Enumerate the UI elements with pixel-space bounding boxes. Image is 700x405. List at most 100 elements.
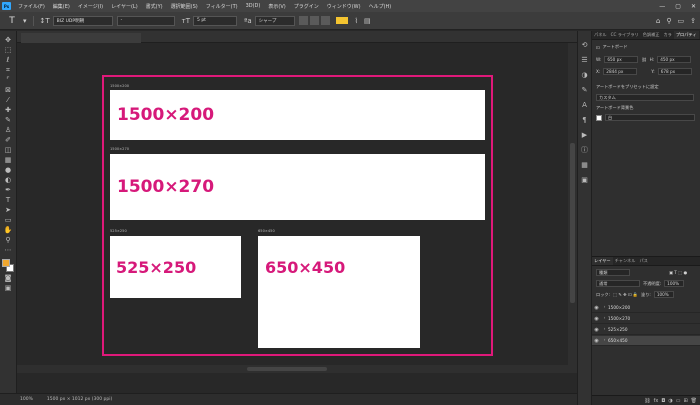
frame-tool-icon[interactable]: ⊠: [3, 86, 14, 94]
menu-file[interactable]: ファイル(F): [14, 3, 49, 10]
font-size-select[interactable]: 5 pt: [193, 15, 238, 26]
more-tools-icon[interactable]: ⋯: [3, 246, 14, 254]
menu-image[interactable]: イメージ(I): [74, 3, 107, 10]
tab-cc-libraries[interactable]: CC ライブラリ: [609, 31, 641, 39]
home-icon[interactable]: ⌂: [656, 17, 660, 25]
align-right-icon[interactable]: [320, 16, 330, 25]
menu-help[interactable]: ヘルプ(H): [365, 3, 396, 10]
artboard-label[interactable]: 650×450: [258, 229, 275, 233]
menu-layer[interactable]: レイヤー(L): [107, 3, 142, 10]
blur-tool-icon[interactable]: ●: [3, 166, 14, 174]
menu-view[interactable]: 表示(V): [264, 3, 289, 10]
font-style-select[interactable]: -: [116, 15, 175, 26]
scroll-thumb[interactable]: [247, 367, 327, 371]
visibility-eye-icon[interactable]: ◉: [592, 305, 601, 311]
tab-channels[interactable]: チャンネル: [613, 257, 638, 265]
tab-adjustments[interactable]: 色調補正: [641, 31, 662, 39]
lasso-tool-icon[interactable]: ℓ: [3, 56, 14, 64]
move-tool-icon[interactable]: ✥: [3, 36, 14, 44]
layer-row[interactable]: ◉ › 525×250: [592, 325, 700, 335]
menu-3d[interactable]: 3D(D): [242, 3, 265, 9]
paragraph-icon[interactable]: ¶: [580, 115, 589, 124]
swatches-icon[interactable]: ▦: [580, 160, 589, 169]
artboard-bg-swatch[interactable]: [596, 114, 602, 121]
share-icon[interactable]: ⇪: [690, 17, 696, 25]
navigator-icon[interactable]: ▣: [580, 175, 589, 184]
eraser-tool-icon[interactable]: ◫: [3, 146, 14, 154]
layer-row-selected[interactable]: ◉ › 650×450: [592, 336, 700, 346]
artboard-1500x200[interactable]: 1500×200: [110, 90, 485, 140]
close-icon[interactable]: ✕: [691, 3, 696, 10]
dodge-tool-icon[interactable]: ◐: [3, 176, 14, 184]
artboard-525x250[interactable]: 525×250: [110, 236, 241, 298]
screen-mode-icon[interactable]: ▣: [3, 284, 14, 292]
crop-tool-icon[interactable]: ⌜: [3, 76, 14, 84]
horizontal-scrollbar[interactable]: [17, 365, 577, 373]
text-orientation-icon[interactable]: ↕T: [40, 17, 50, 25]
brush-tool-icon[interactable]: ✎: [3, 116, 14, 124]
document-tab[interactable]: [21, 33, 141, 43]
character-panel-icon[interactable]: ▤: [364, 17, 371, 25]
hand-tool-icon[interactable]: ✋: [3, 226, 14, 234]
healing-tool-icon[interactable]: ✚: [3, 106, 14, 114]
visibility-eye-icon[interactable]: ◉: [592, 316, 601, 322]
visibility-eye-icon[interactable]: ◉: [592, 327, 601, 333]
artboard-label[interactable]: 1500×200: [110, 84, 129, 88]
lock-icons[interactable]: ⬚ ✎ ✥ ⊡ 🔒: [613, 292, 638, 298]
blend-mode-select[interactable]: 通常: [596, 280, 640, 287]
properties-icon[interactable]: ☰: [580, 55, 589, 64]
scroll-thumb[interactable]: [570, 143, 575, 303]
chevron-right-icon[interactable]: ›: [601, 316, 608, 321]
artboard-label[interactable]: 525×250: [110, 229, 127, 233]
y-field[interactable]: 678 px: [657, 68, 692, 75]
artboard-1500x270[interactable]: 1500×270: [110, 154, 485, 220]
brush-settings-icon[interactable]: ✎: [580, 85, 589, 94]
tab-panel[interactable]: パネル: [592, 31, 609, 39]
artboard-650x450[interactable]: 650×450: [258, 236, 420, 348]
font-family-select[interactable]: BIZ UDP明朝: [52, 15, 113, 26]
gradient-tool-icon[interactable]: ▦: [3, 156, 14, 164]
link-icon[interactable]: ⛓: [641, 57, 646, 63]
color-swatches[interactable]: [1, 259, 15, 273]
chevron-right-icon[interactable]: ›: [601, 338, 608, 343]
photoshop-logo-icon[interactable]: Ps: [2, 2, 11, 10]
marquee-tool-icon[interactable]: ⬚: [3, 46, 14, 54]
chevron-right-icon[interactable]: ›: [601, 327, 608, 332]
tab-properties[interactable]: プロパティ: [673, 31, 699, 39]
menu-type[interactable]: 書式(Y): [142, 3, 167, 10]
tab-paths[interactable]: パス: [637, 257, 649, 265]
chevron-down-icon[interactable]: ▾: [23, 17, 27, 25]
type-tool-icon[interactable]: T: [4, 14, 20, 28]
adjustments-icon[interactable]: ◑: [580, 70, 589, 79]
glyphs-icon[interactable]: A: [580, 100, 589, 109]
visibility-eye-icon[interactable]: ◉: [592, 338, 601, 344]
menu-filter[interactable]: フィルター(T): [202, 3, 242, 10]
trash-icon[interactable]: 🗑: [691, 398, 697, 404]
filter-icons[interactable]: ▣ T ⬚ ●: [669, 270, 687, 275]
object-select-tool-icon[interactable]: ⌗: [3, 66, 14, 74]
adjustment-layer-icon[interactable]: ◑: [668, 398, 672, 404]
fill-field[interactable]: 100%: [653, 291, 674, 298]
eyedropper-tool-icon[interactable]: ⁄: [3, 96, 14, 104]
history-brush-tool-icon[interactable]: ✐: [3, 136, 14, 144]
layer-filter-select[interactable]: 種類: [596, 269, 630, 276]
new-group-icon[interactable]: ▭: [676, 398, 681, 404]
vertical-scrollbar[interactable]: [568, 43, 577, 365]
pen-tool-icon[interactable]: ✒: [3, 186, 14, 194]
artboard-bg-select[interactable]: 白: [605, 114, 695, 121]
layer-row[interactable]: ◉ › 1500×200: [592, 303, 700, 313]
fx-icon[interactable]: fx: [654, 398, 659, 404]
history-icon[interactable]: ⟲: [580, 40, 589, 49]
height-field[interactable]: 450 px: [657, 56, 692, 63]
x-field[interactable]: 2844 px: [603, 68, 638, 75]
chevron-right-icon[interactable]: ›: [601, 305, 608, 310]
type-tool-icon[interactable]: T: [3, 196, 14, 204]
zoom-tool-icon[interactable]: ⚲: [3, 236, 14, 244]
add-mask-icon[interactable]: ◘: [661, 398, 665, 404]
menu-edit[interactable]: 編集(E): [49, 3, 74, 10]
workspace-icon[interactable]: ▭: [678, 17, 685, 25]
link-layers-icon[interactable]: ⛓: [644, 398, 650, 404]
menu-select[interactable]: 選択範囲(S): [167, 3, 202, 10]
antialias-select[interactable]: シャープ: [254, 15, 295, 26]
align-left-icon[interactable]: [298, 16, 308, 25]
